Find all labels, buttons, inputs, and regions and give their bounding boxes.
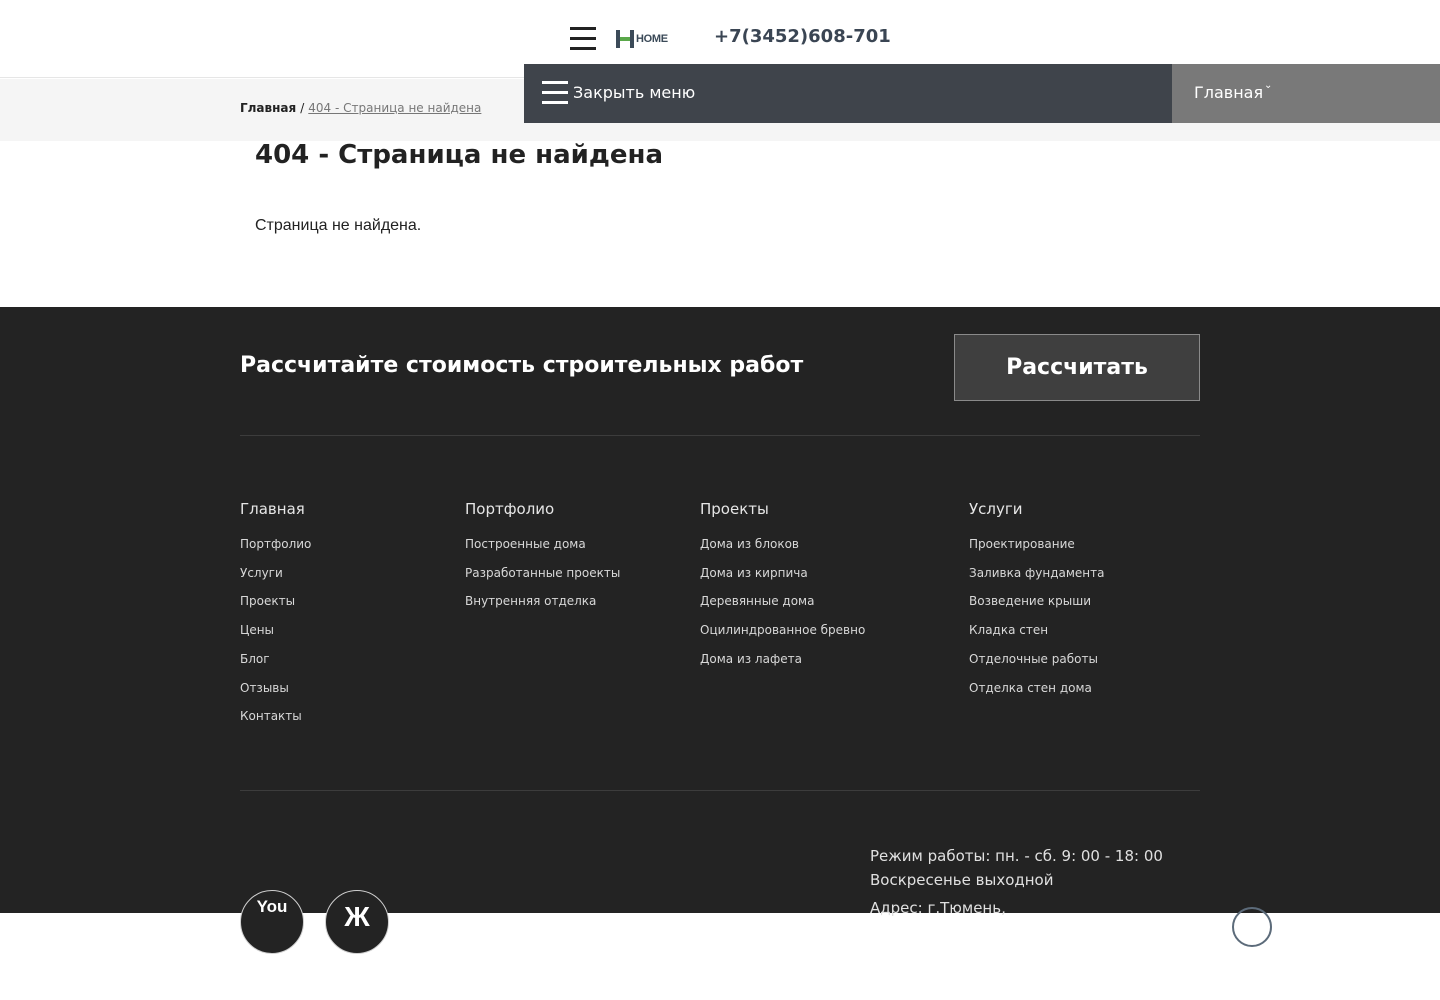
footer-link[interactable]: Разработанные проекты bbox=[465, 559, 620, 588]
scroll-to-top-icon[interactable] bbox=[1232, 907, 1272, 947]
menu-close-bar[interactable]: Закрыть меню bbox=[524, 64, 1172, 123]
footer-link[interactable]: Дома из лафета bbox=[700, 645, 865, 674]
menu-item-home[interactable]: Главная ⌄ bbox=[1172, 64, 1440, 123]
breadcrumb-home-link[interactable]: Главная bbox=[240, 101, 296, 115]
footer-link[interactable]: Блог bbox=[240, 645, 311, 674]
logo-mark-icon bbox=[616, 30, 634, 48]
page-title: 404 - Страница не найдена bbox=[255, 140, 664, 170]
footer-link[interactable]: Внутренняя отделка bbox=[465, 587, 620, 616]
footer-column-heading[interactable]: Проекты bbox=[700, 500, 865, 518]
footer-link[interactable]: Заливка фундамента bbox=[969, 559, 1105, 588]
calculate-button[interactable]: Рассчитать bbox=[954, 334, 1200, 401]
close-menu-label: Закрыть меню bbox=[573, 83, 696, 102]
hamburger-menu-icon[interactable] bbox=[570, 27, 596, 51]
breadcrumb-separator: / bbox=[300, 101, 305, 115]
footer-link[interactable]: Деревянные дома bbox=[700, 587, 865, 616]
contact-info: Режим работы: пн. - сб. 9: 00 - 18: 00 В… bbox=[870, 844, 1163, 920]
site-logo[interactable]: HOME bbox=[616, 30, 668, 48]
footer-column-portfolio: Портфолио Построенные дома Разработанные… bbox=[465, 500, 620, 616]
footer-link[interactable]: Кладка стен bbox=[969, 616, 1105, 645]
youtube-label: You bbox=[256, 897, 288, 916]
address: Адрес: г.Тюмень, bbox=[870, 899, 1006, 917]
footer-divider bbox=[240, 435, 1200, 436]
footer-link[interactable]: Проекты bbox=[240, 587, 311, 616]
footer-link[interactable]: Дома из блоков bbox=[700, 530, 865, 559]
footer-link[interactable]: Дома из кирпича bbox=[700, 559, 865, 588]
page-message: Страница не найдена. bbox=[255, 217, 422, 234]
footer-link[interactable]: Цены bbox=[240, 616, 311, 645]
footer-divider bbox=[240, 790, 1200, 791]
footer-column-heading[interactable]: Портфолио bbox=[465, 500, 620, 518]
footer-link[interactable]: Услуги bbox=[240, 559, 311, 588]
site-footer: Рассчитайте стоимость строительных работ… bbox=[0, 307, 1440, 954]
footer-link[interactable]: Отделочные работы bbox=[969, 645, 1105, 674]
footer-link[interactable]: Построенные дома bbox=[465, 530, 620, 559]
footer-link[interactable]: Оцилиндрованное бревно bbox=[700, 616, 865, 645]
footer-column-services: Услуги Проектирование Заливка фундамента… bbox=[969, 500, 1105, 702]
weekend-note: Воскресенье выходной bbox=[870, 871, 1054, 889]
footer-link[interactable]: Контакты bbox=[240, 702, 311, 731]
logo-text: HOME bbox=[636, 33, 668, 45]
footer-link[interactable]: Проектирование bbox=[969, 530, 1105, 559]
footer-link[interactable]: Отделка стен дома bbox=[969, 674, 1105, 703]
breadcrumb: Главная /404 - Страница не найдена bbox=[240, 101, 481, 115]
breadcrumb-current[interactable]: 404 - Страница не найдена bbox=[308, 101, 481, 115]
footer-link[interactable]: Портфолио bbox=[240, 530, 311, 559]
cta-title: Рассчитайте стоимость строительных работ bbox=[240, 353, 804, 378]
footer-column-heading[interactable]: Услуги bbox=[969, 500, 1105, 518]
footer-column-heading[interactable]: Главная bbox=[240, 500, 311, 518]
footer-column-main: Главная Портфолио Услуги Проекты Цены Бл… bbox=[240, 500, 311, 731]
footer-column-projects: Проекты Дома из блоков Дома из кирпича Д… bbox=[700, 500, 865, 674]
working-hours: Режим работы: пн. - сб. 9: 00 - 18: 00 bbox=[870, 847, 1163, 865]
footer-link[interactable]: Возведение крыши bbox=[969, 587, 1105, 616]
chevron-down-icon: ⌄ bbox=[1264, 80, 1273, 91]
header-phone-link[interactable]: +7(3452)608-701 bbox=[714, 26, 891, 47]
menu-close-hamburger-icon bbox=[542, 81, 568, 105]
vk-icon[interactable]: Ж bbox=[325, 890, 389, 954]
menu-item-home-label: Главная bbox=[1194, 83, 1264, 102]
footer-link[interactable]: Отзывы bbox=[240, 674, 311, 703]
youtube-icon[interactable]: You bbox=[240, 890, 304, 954]
vk-label: Ж bbox=[344, 901, 370, 932]
